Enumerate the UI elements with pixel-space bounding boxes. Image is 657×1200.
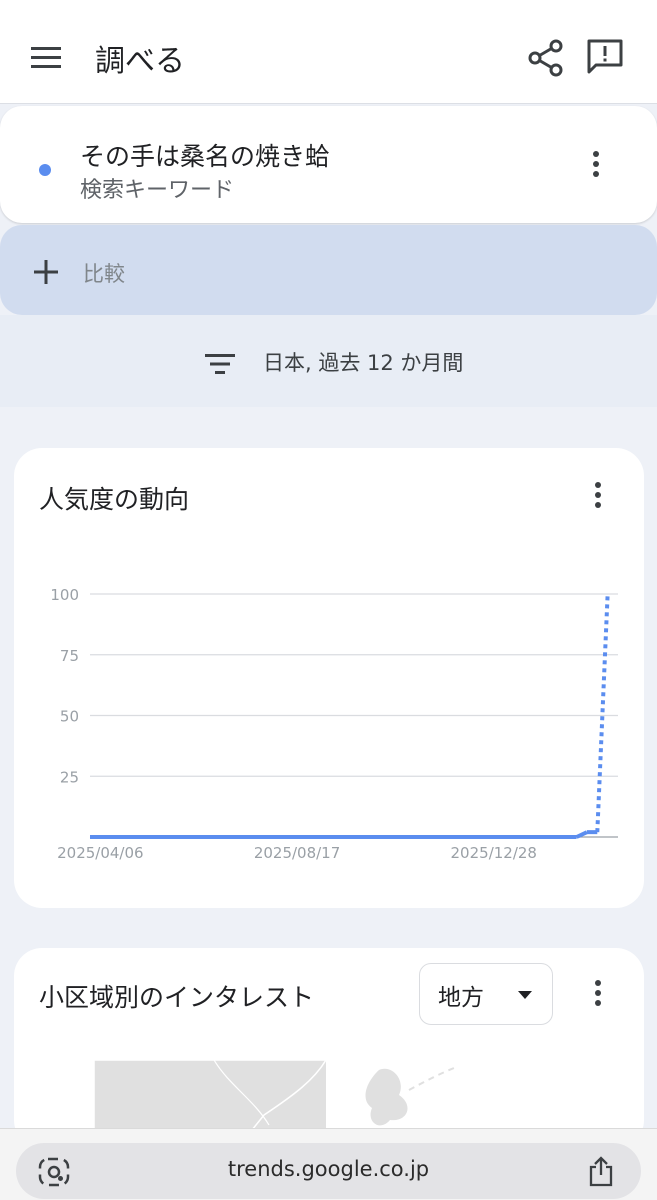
interest-chart: 100 75 50 25 2025/04/06 2025/08/17 2025/12/28 [50,586,618,862]
region-level-dropdown[interactable]: 地方 [419,963,553,1025]
card-title: 小区域別のインタレスト [39,983,315,1012]
search-term: その手は桑名の焼き蛤 [80,142,331,171]
interest-over-time-card: 人気度の動向 100 75 50 25 2025/04/06 2025/08/17 2025… [14,448,644,908]
filter-icon [205,354,235,374]
caret-down-icon [518,991,532,999]
share-icon[interactable] [526,38,566,78]
y-tick-label: 100 [50,586,79,604]
x-tick-label: 2025/08/17 [254,844,340,862]
menu-icon[interactable] [28,40,64,76]
series-segment [575,830,588,839]
plus-icon [34,260,58,284]
filter-summary: 日本, 過去 12 か月間 [263,351,464,375]
y-tick-label: 75 [60,647,79,665]
address-pill[interactable]: trends.google.co.jp [16,1143,641,1199]
search-term-card[interactable]: その手は桑名の焼き蛤 検索キーワード [0,106,657,223]
browser-address-bar: trends.google.co.jp [0,1128,657,1200]
compare-button[interactable]: 比較 [0,225,657,315]
series-segment [595,593,610,833]
series-color-dot [39,164,51,176]
share-sheet-icon[interactable] [586,1155,616,1187]
app-bar: 調べる [0,0,657,104]
term-more-icon[interactable] [581,144,611,184]
page-title: 調べる [95,44,185,79]
compare-label: 比較 [83,262,125,286]
x-tick-label: 2025/04/06 [57,844,143,862]
filter-bar[interactable]: 日本, 過去 12 か月間 [0,315,657,407]
feedback-icon[interactable] [584,36,626,78]
interest-by-subregion-card: 小区域別のインタレスト 地方 [14,948,644,1148]
x-tick-label: 2025/12/28 [451,844,537,862]
y-tick-label: 50 [60,708,79,726]
search-term-type: 検索キーワード [80,178,235,203]
url-text[interactable]: trends.google.co.jp [16,1157,641,1181]
y-tick-label: 25 [60,768,79,786]
dropdown-value: 地方 [438,985,484,1011]
region-more-icon[interactable] [583,976,613,1016]
